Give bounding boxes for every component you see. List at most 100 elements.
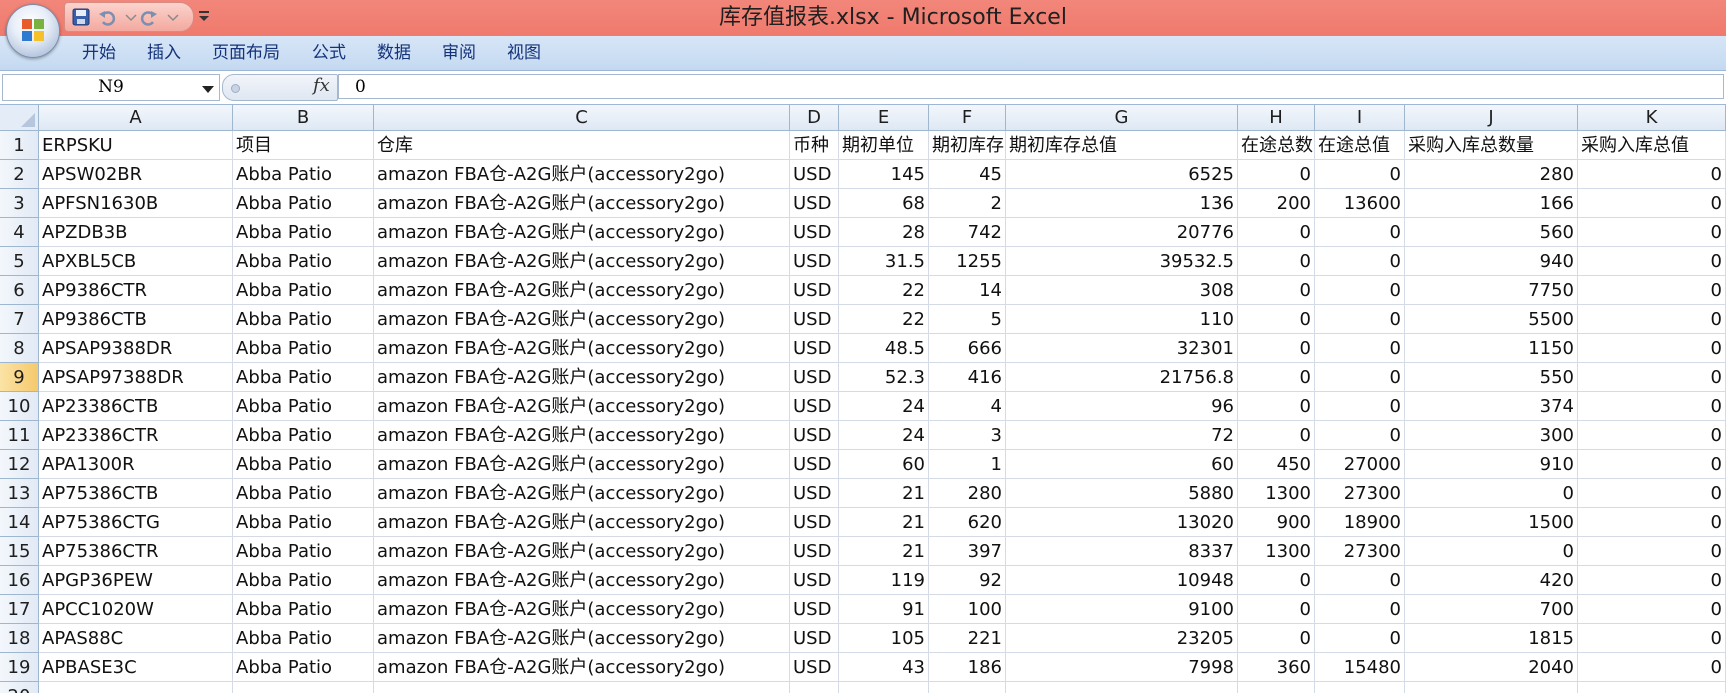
cell-g4[interactable]: 20776 [1006,218,1238,247]
expand-handle-icon[interactable] [231,84,240,93]
cell-e20[interactable] [839,682,929,693]
cell-k18[interactable]: 0 [1578,624,1726,653]
cell-i13[interactable]: 27300 [1315,479,1405,508]
name-box[interactable]: N9 [2,74,220,101]
cell-b6[interactable]: Abba Patio [233,276,374,305]
cell-k14[interactable]: 0 [1578,508,1726,537]
row-header-17[interactable]: 17 [0,595,39,624]
cell-j1[interactable]: 采购入库总数量 [1405,131,1578,160]
cell-i5[interactable]: 0 [1315,247,1405,276]
cell-e18[interactable]: 105 [839,624,929,653]
cell-a2[interactable]: APSW02BR [39,160,233,189]
cell-k10[interactable]: 0 [1578,392,1726,421]
column-header-j[interactable]: J [1405,105,1578,131]
cell-b2[interactable]: Abba Patio [233,160,374,189]
cell-h5[interactable]: 0 [1238,247,1315,276]
cell-a14[interactable]: AP75386CTG [39,508,233,537]
column-header-d[interactable]: D [790,105,839,131]
cell-c9[interactable]: amazon FBA仓-A2G账户(accessory2go) [374,363,790,392]
cell-d7[interactable]: USD [790,305,839,334]
cell-h2[interactable]: 0 [1238,160,1315,189]
cell-a20[interactable] [39,682,233,693]
cell-b19[interactable]: Abba Patio [233,653,374,682]
tab-data[interactable]: 数据 [377,42,411,64]
cell-i6[interactable]: 0 [1315,276,1405,305]
row-header-4[interactable]: 4 [0,218,39,247]
cell-e3[interactable]: 68 [839,189,929,218]
cell-h14[interactable]: 900 [1238,508,1315,537]
cell-e16[interactable]: 119 [839,566,929,595]
cell-c7[interactable]: amazon FBA仓-A2G账户(accessory2go) [374,305,790,334]
cell-e12[interactable]: 60 [839,450,929,479]
cell-f3[interactable]: 2 [929,189,1006,218]
cell-g17[interactable]: 9100 [1006,595,1238,624]
cell-j19[interactable]: 2040 [1405,653,1578,682]
cell-f8[interactable]: 666 [929,334,1006,363]
cell-g1[interactable]: 期初库存总值 [1006,131,1238,160]
cell-e17[interactable]: 91 [839,595,929,624]
cell-f18[interactable]: 221 [929,624,1006,653]
cell-c20[interactable] [374,682,790,693]
cell-f1[interactable]: 期初库存 [929,131,1006,160]
cell-k6[interactable]: 0 [1578,276,1726,305]
cell-e14[interactable]: 21 [839,508,929,537]
cell-e5[interactable]: 31.5 [839,247,929,276]
cell-h20[interactable] [1238,682,1315,693]
cell-h7[interactable]: 0 [1238,305,1315,334]
cell-i12[interactable]: 27000 [1315,450,1405,479]
column-header-f[interactable]: F [929,105,1006,131]
cell-b12[interactable]: Abba Patio [233,450,374,479]
cell-f5[interactable]: 1255 [929,247,1006,276]
row-header-5[interactable]: 5 [0,247,39,276]
cell-i18[interactable]: 0 [1315,624,1405,653]
cell-j4[interactable]: 560 [1405,218,1578,247]
row-header-12[interactable]: 12 [0,450,39,479]
column-header-k[interactable]: K [1578,105,1726,131]
cell-g10[interactable]: 96 [1006,392,1238,421]
cell-j11[interactable]: 300 [1405,421,1578,450]
row-header-15[interactable]: 15 [0,537,39,566]
cell-g8[interactable]: 32301 [1006,334,1238,363]
cell-k4[interactable]: 0 [1578,218,1726,247]
cell-k16[interactable]: 0 [1578,566,1726,595]
cell-e2[interactable]: 145 [839,160,929,189]
cell-g7[interactable]: 110 [1006,305,1238,334]
cell-g15[interactable]: 8337 [1006,537,1238,566]
cell-d6[interactable]: USD [790,276,839,305]
tab-page-layout[interactable]: 页面布局 [212,42,280,64]
cell-h4[interactable]: 0 [1238,218,1315,247]
cell-e19[interactable]: 43 [839,653,929,682]
cell-d9[interactable]: USD [790,363,839,392]
cell-j2[interactable]: 280 [1405,160,1578,189]
cell-j16[interactable]: 420 [1405,566,1578,595]
cell-k11[interactable]: 0 [1578,421,1726,450]
row-header-11[interactable]: 11 [0,421,39,450]
cell-f12[interactable]: 1 [929,450,1006,479]
cell-b10[interactable]: Abba Patio [233,392,374,421]
cell-a1[interactable]: ERPSKU [39,131,233,160]
column-header-i[interactable]: I [1315,105,1405,131]
cell-b1[interactable]: 项目 [233,131,374,160]
cell-e10[interactable]: 24 [839,392,929,421]
cell-a7[interactable]: AP9386CTB [39,305,233,334]
cell-h9[interactable]: 0 [1238,363,1315,392]
cell-h17[interactable]: 0 [1238,595,1315,624]
cell-b18[interactable]: Abba Patio [233,624,374,653]
cell-a15[interactable]: AP75386CTR [39,537,233,566]
cell-i1[interactable]: 在途总值 [1315,131,1405,160]
cell-i14[interactable]: 18900 [1315,508,1405,537]
cell-a4[interactable]: APZDB3B [39,218,233,247]
cell-b11[interactable]: Abba Patio [233,421,374,450]
cell-i19[interactable]: 15480 [1315,653,1405,682]
cell-b3[interactable]: Abba Patio [233,189,374,218]
cell-i7[interactable]: 0 [1315,305,1405,334]
cell-d2[interactable]: USD [790,160,839,189]
cell-c2[interactable]: amazon FBA仓-A2G账户(accessory2go) [374,160,790,189]
cell-g2[interactable]: 6525 [1006,160,1238,189]
cell-d1[interactable]: 币种 [790,131,839,160]
cell-h18[interactable]: 0 [1238,624,1315,653]
row-header-16[interactable]: 16 [0,566,39,595]
cell-f16[interactable]: 92 [929,566,1006,595]
cell-d19[interactable]: USD [790,653,839,682]
cell-a8[interactable]: APSAP9388DR [39,334,233,363]
